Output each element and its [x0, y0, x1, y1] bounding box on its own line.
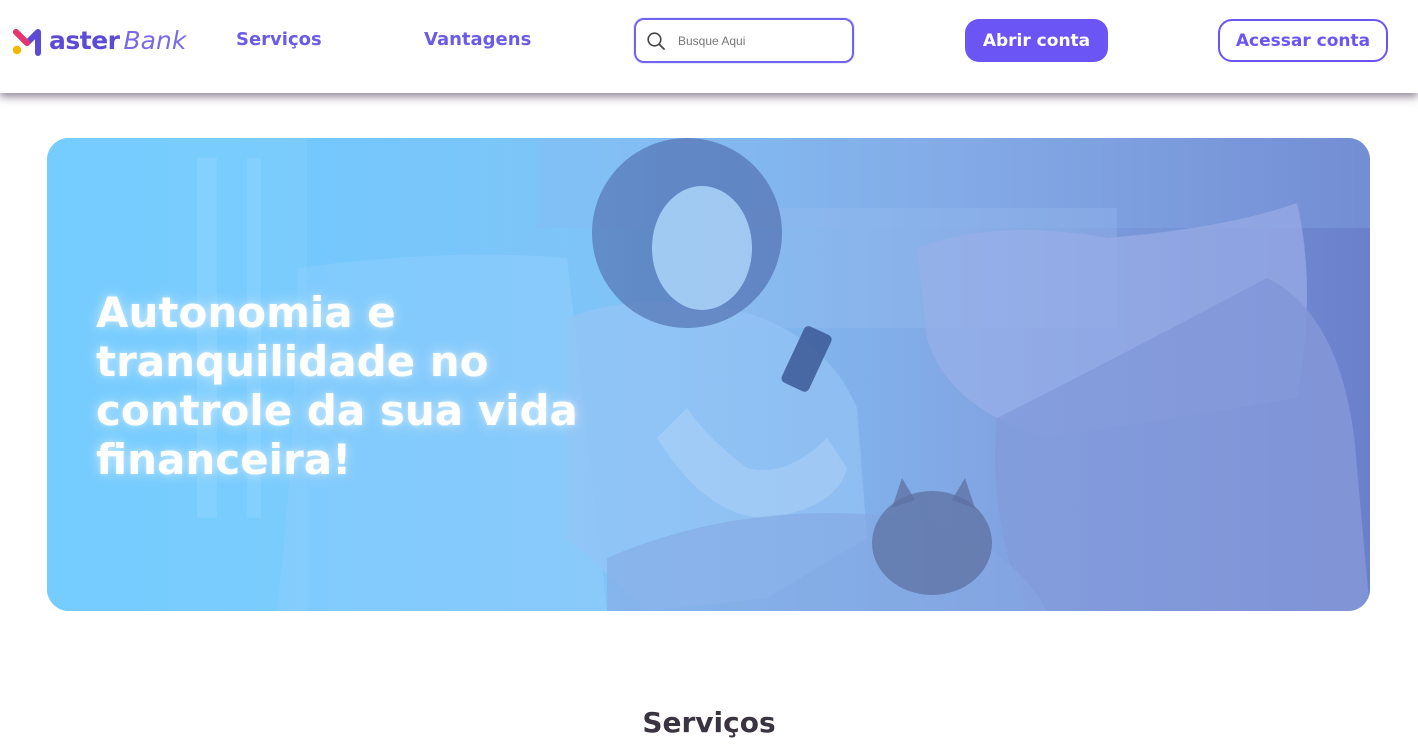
- services-section-title: Serviços: [642, 706, 776, 739]
- access-account-button[interactable]: Acessar conta: [1218, 19, 1388, 62]
- search-icon: [647, 31, 665, 50]
- hero-title: Autonomia e tranquilidade no controle da…: [96, 288, 578, 484]
- search-input[interactable]: [678, 28, 838, 53]
- hero-banner: Autonomia e tranquilidade no controle da…: [47, 138, 1370, 611]
- m-logo-icon: [12, 29, 41, 56]
- brand-name: aster Bank: [49, 26, 187, 55]
- open-account-button[interactable]: Abrir conta: [965, 19, 1108, 62]
- nav-link-servicos[interactable]: Serviços: [236, 28, 322, 52]
- search-box[interactable]: [634, 18, 854, 63]
- brand-logo[interactable]: aster Bank: [12, 25, 186, 57]
- nav-link-vantagens[interactable]: Vantagens: [424, 28, 531, 52]
- site-header: asterBank Serviços Vantagens Abrir conta…: [0, 0, 1418, 93]
